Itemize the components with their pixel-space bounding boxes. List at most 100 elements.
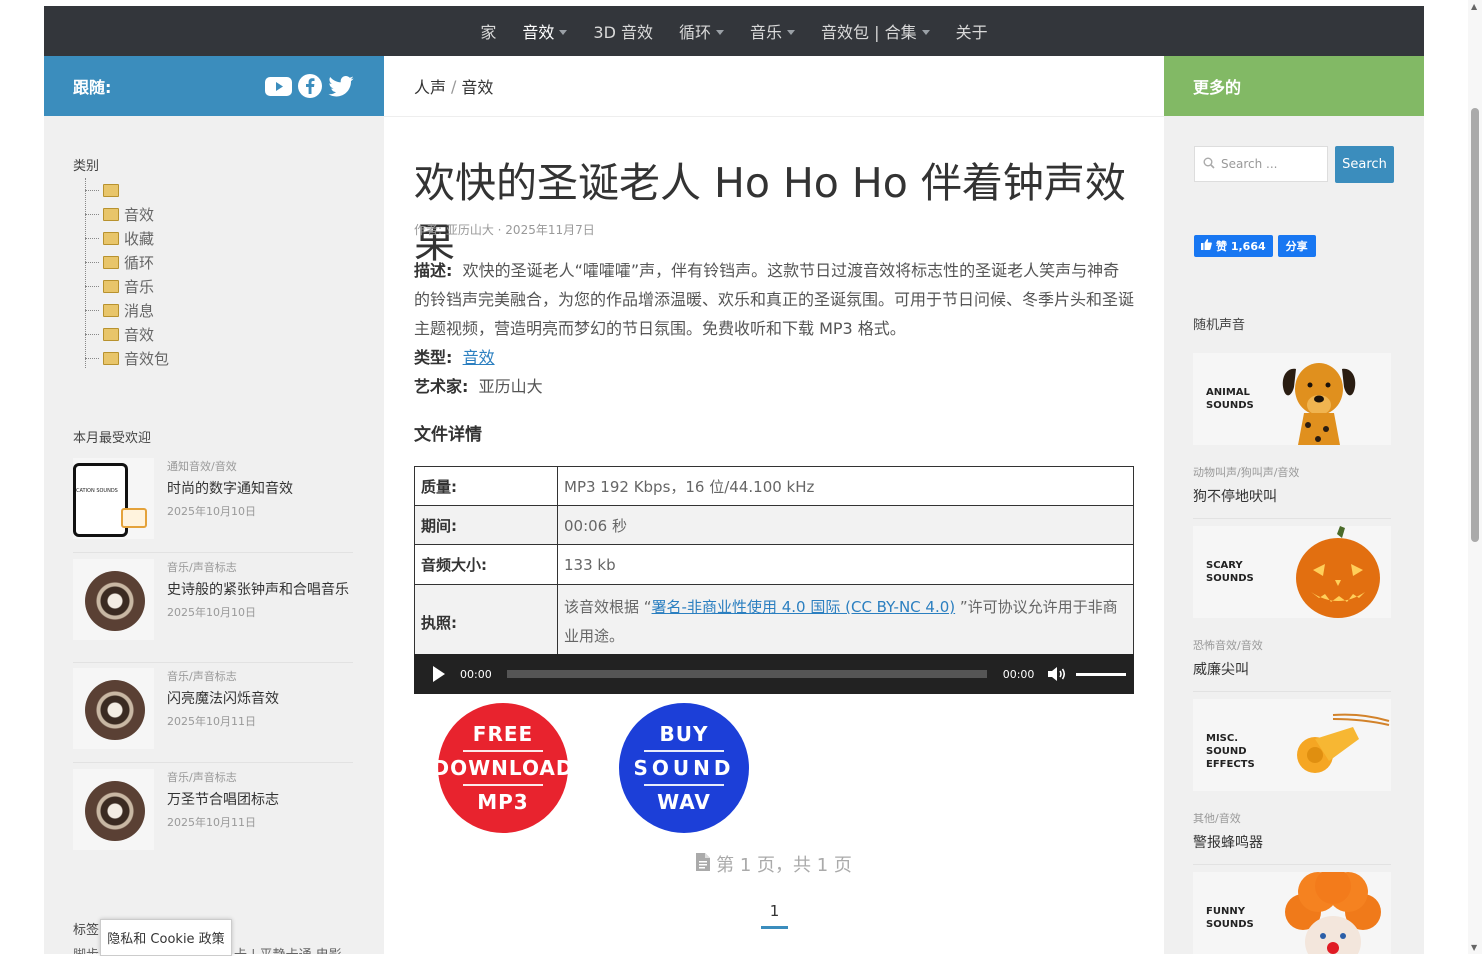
random-category: 其他/音效: [1193, 812, 1241, 825]
popular-category: 通知音效/音效: [167, 460, 237, 473]
category-item[interactable]: 收藏: [81, 226, 169, 250]
license-label: 执照:: [414, 584, 558, 660]
popular-text: 通知音效/音效 时尚的数字通知音效 2025年10月10日: [167, 458, 293, 539]
random-sounds-title: 随机声音: [1193, 318, 1246, 333]
current-time: 00:00: [460, 667, 492, 681]
file-details-table: 质量: MP3 192 Kbps，16 位/44.100 kHz 期间: 00:…: [414, 466, 1134, 660]
nav-item-home[interactable]: 家: [467, 19, 509, 43]
nav-item-packs[interactable]: 音效包 | 合集: [808, 19, 943, 43]
scroll-up-icon[interactable]: ▲: [1471, 2, 1477, 11]
facebook-icon[interactable]: [298, 74, 322, 98]
category-label: 音乐: [124, 277, 155, 296]
phone-icon: CATION SOUNDS: [73, 463, 128, 537]
card-label-line: SOUNDS: [1206, 573, 1254, 584]
category-item[interactable]: 音效: [81, 322, 169, 346]
description-label: 描述:: [414, 261, 453, 280]
pagination-current[interactable]: 1: [761, 902, 788, 929]
category-item[interactable]: 循环: [81, 250, 169, 274]
random-category: 恐怖音效/音效: [1193, 639, 1263, 652]
popular-item[interactable]: CATION SOUNDS 通知音效/音效 时尚的数字通知音效 2025年10月…: [73, 458, 353, 539]
fb-like-button[interactable]: 赞 1,664: [1194, 235, 1273, 257]
tree-branch: [85, 286, 99, 287]
search-input[interactable]: Search ...: [1194, 146, 1328, 182]
tags-snippet-right[interactable]: 卡 | 平静卡通 电影: [234, 944, 342, 954]
scrollbar-thumb[interactable]: [1471, 108, 1479, 542]
random-sound-card[interactable]: SCARY SOUNDS: [1193, 526, 1391, 618]
card-label-line: SOUND: [1206, 746, 1247, 757]
random-title[interactable]: 威廉尖叫: [1193, 659, 1249, 679]
type-link[interactable]: 音效: [463, 348, 495, 367]
popular-title-text[interactable]: 时尚的数字通知音效: [167, 479, 293, 500]
free-download-button[interactable]: FREE DOWNLOAD MP3: [433, 703, 573, 833]
page-title: 欢快的圣诞老人 Ho Ho Ho 伴着钟声效果: [414, 159, 1126, 267]
description-block: 描述: 欢快的圣诞老人“嚯嚯嚯”声，伴有铃铛声。这款节日过渡音效将标志性的圣诞老…: [414, 256, 1134, 401]
play-icon[interactable]: [433, 666, 445, 682]
folder-icon: [103, 255, 119, 269]
category-root[interactable]: [81, 178, 169, 202]
popular-title-text[interactable]: 闪亮魔法闪烁音效: [167, 689, 279, 710]
nav-item-loops[interactable]: 循环: [666, 19, 737, 43]
button-text: MP3: [477, 790, 529, 814]
popular-text: 音乐/声音标志 闪亮魔法闪烁音效 2025年10月11日: [167, 668, 279, 749]
volume-slider[interactable]: [1076, 672, 1127, 676]
volume-icon[interactable]: [1047, 666, 1067, 682]
twitter-icon[interactable]: [328, 75, 354, 97]
nav-item-about[interactable]: 关于: [943, 19, 1001, 43]
youtube-icon[interactable]: [265, 76, 292, 96]
breadcrumb-current[interactable]: 音效: [461, 74, 493, 98]
category-item[interactable]: 音乐: [81, 274, 169, 298]
file-details-title: 文件详情: [414, 425, 482, 445]
button-text: WAV: [657, 790, 711, 814]
random-title[interactable]: 警报蜂鸣器: [1193, 832, 1263, 852]
category-item[interactable]: 音效: [81, 202, 169, 226]
tree-branch: [85, 310, 99, 311]
document-icon: [696, 852, 711, 876]
table-row: 期间: 00:06 秒: [414, 505, 1134, 545]
buy-sound-button[interactable]: BUY SOUND WAV: [619, 703, 749, 833]
divider: [1193, 518, 1391, 519]
quality-label: 质量:: [414, 466, 558, 506]
progress-track[interactable]: [506, 670, 987, 678]
popular-item[interactable]: 音乐/声音标志 闪亮魔法闪烁音效 2025年10月11日: [73, 668, 353, 749]
popular-title-text[interactable]: 史诗般的紧张钟声和合唱音乐: [167, 580, 352, 601]
folder-icon: [103, 231, 119, 245]
size-value: 133 kb: [557, 544, 1134, 585]
random-sound-card[interactable]: ANIMAL SOUNDS: [1193, 353, 1391, 445]
random-sound-card[interactable]: MISC. SOUND EFFECTS: [1193, 699, 1391, 791]
thumbnail-speaker: [73, 769, 154, 850]
breadcrumb-link[interactable]: 人声: [414, 74, 446, 98]
divider: [73, 662, 353, 663]
thumb-text: CATION SOUNDS: [76, 488, 118, 494]
artist-row: 艺术家: 亚历山大: [414, 372, 1134, 401]
random-category: 动物叫声/狗叫声/音效: [1193, 466, 1300, 479]
random-sound-card[interactable]: FUNNY SOUNDS: [1193, 872, 1391, 954]
license-link[interactable]: 署名-非商业性使用 4.0 国际 (CC BY-NC 4.0): [652, 598, 956, 616]
card-label-line: SCARY: [1206, 560, 1243, 571]
nav-label: 关于: [955, 23, 988, 42]
nav-item-sound-effects[interactable]: 音效: [509, 19, 580, 43]
scrollbar[interactable]: ▲ ▼: [1468, 0, 1482, 954]
category-item[interactable]: 音效包: [81, 346, 169, 370]
popular-title-text[interactable]: 万圣节合唱团标志: [167, 790, 279, 811]
tree-branch: [85, 190, 99, 191]
button-text: FREE: [472, 722, 534, 746]
divider: [1193, 864, 1391, 865]
speaker-icon: [85, 571, 145, 631]
cookie-policy-button[interactable]: 隐私和 Cookie 政策: [100, 919, 232, 956]
nav-item-music[interactable]: 音乐: [737, 19, 808, 43]
category-item[interactable]: 消息: [81, 298, 169, 322]
popular-item[interactable]: 音乐/声音标志 万圣节合唱团标志 2025年10月11日: [73, 769, 353, 850]
divider: [73, 762, 353, 763]
category-label: 消息: [124, 301, 155, 320]
page-info-text: 第 1 页，共 1 页: [716, 855, 852, 876]
scroll-down-icon[interactable]: ▼: [1471, 943, 1477, 952]
fb-share-button[interactable]: 分享: [1277, 235, 1316, 257]
random-title[interactable]: 狗不停地吠叫: [1193, 486, 1277, 506]
nav-item-3d-sound[interactable]: 3D 音效: [580, 19, 666, 43]
popular-title: 本月最受欢迎: [73, 431, 152, 446]
nav-label: 音效: [522, 23, 555, 42]
tags-snippet-left[interactable]: 脚步: [73, 944, 99, 954]
search-button[interactable]: Search: [1335, 146, 1394, 183]
popular-item[interactable]: 音乐/声音标志 史诗般的紧张钟声和合唱音乐 2025年10月10日: [73, 559, 353, 640]
quality-value: MP3 192 Kbps，16 位/44.100 kHz: [557, 466, 1134, 506]
